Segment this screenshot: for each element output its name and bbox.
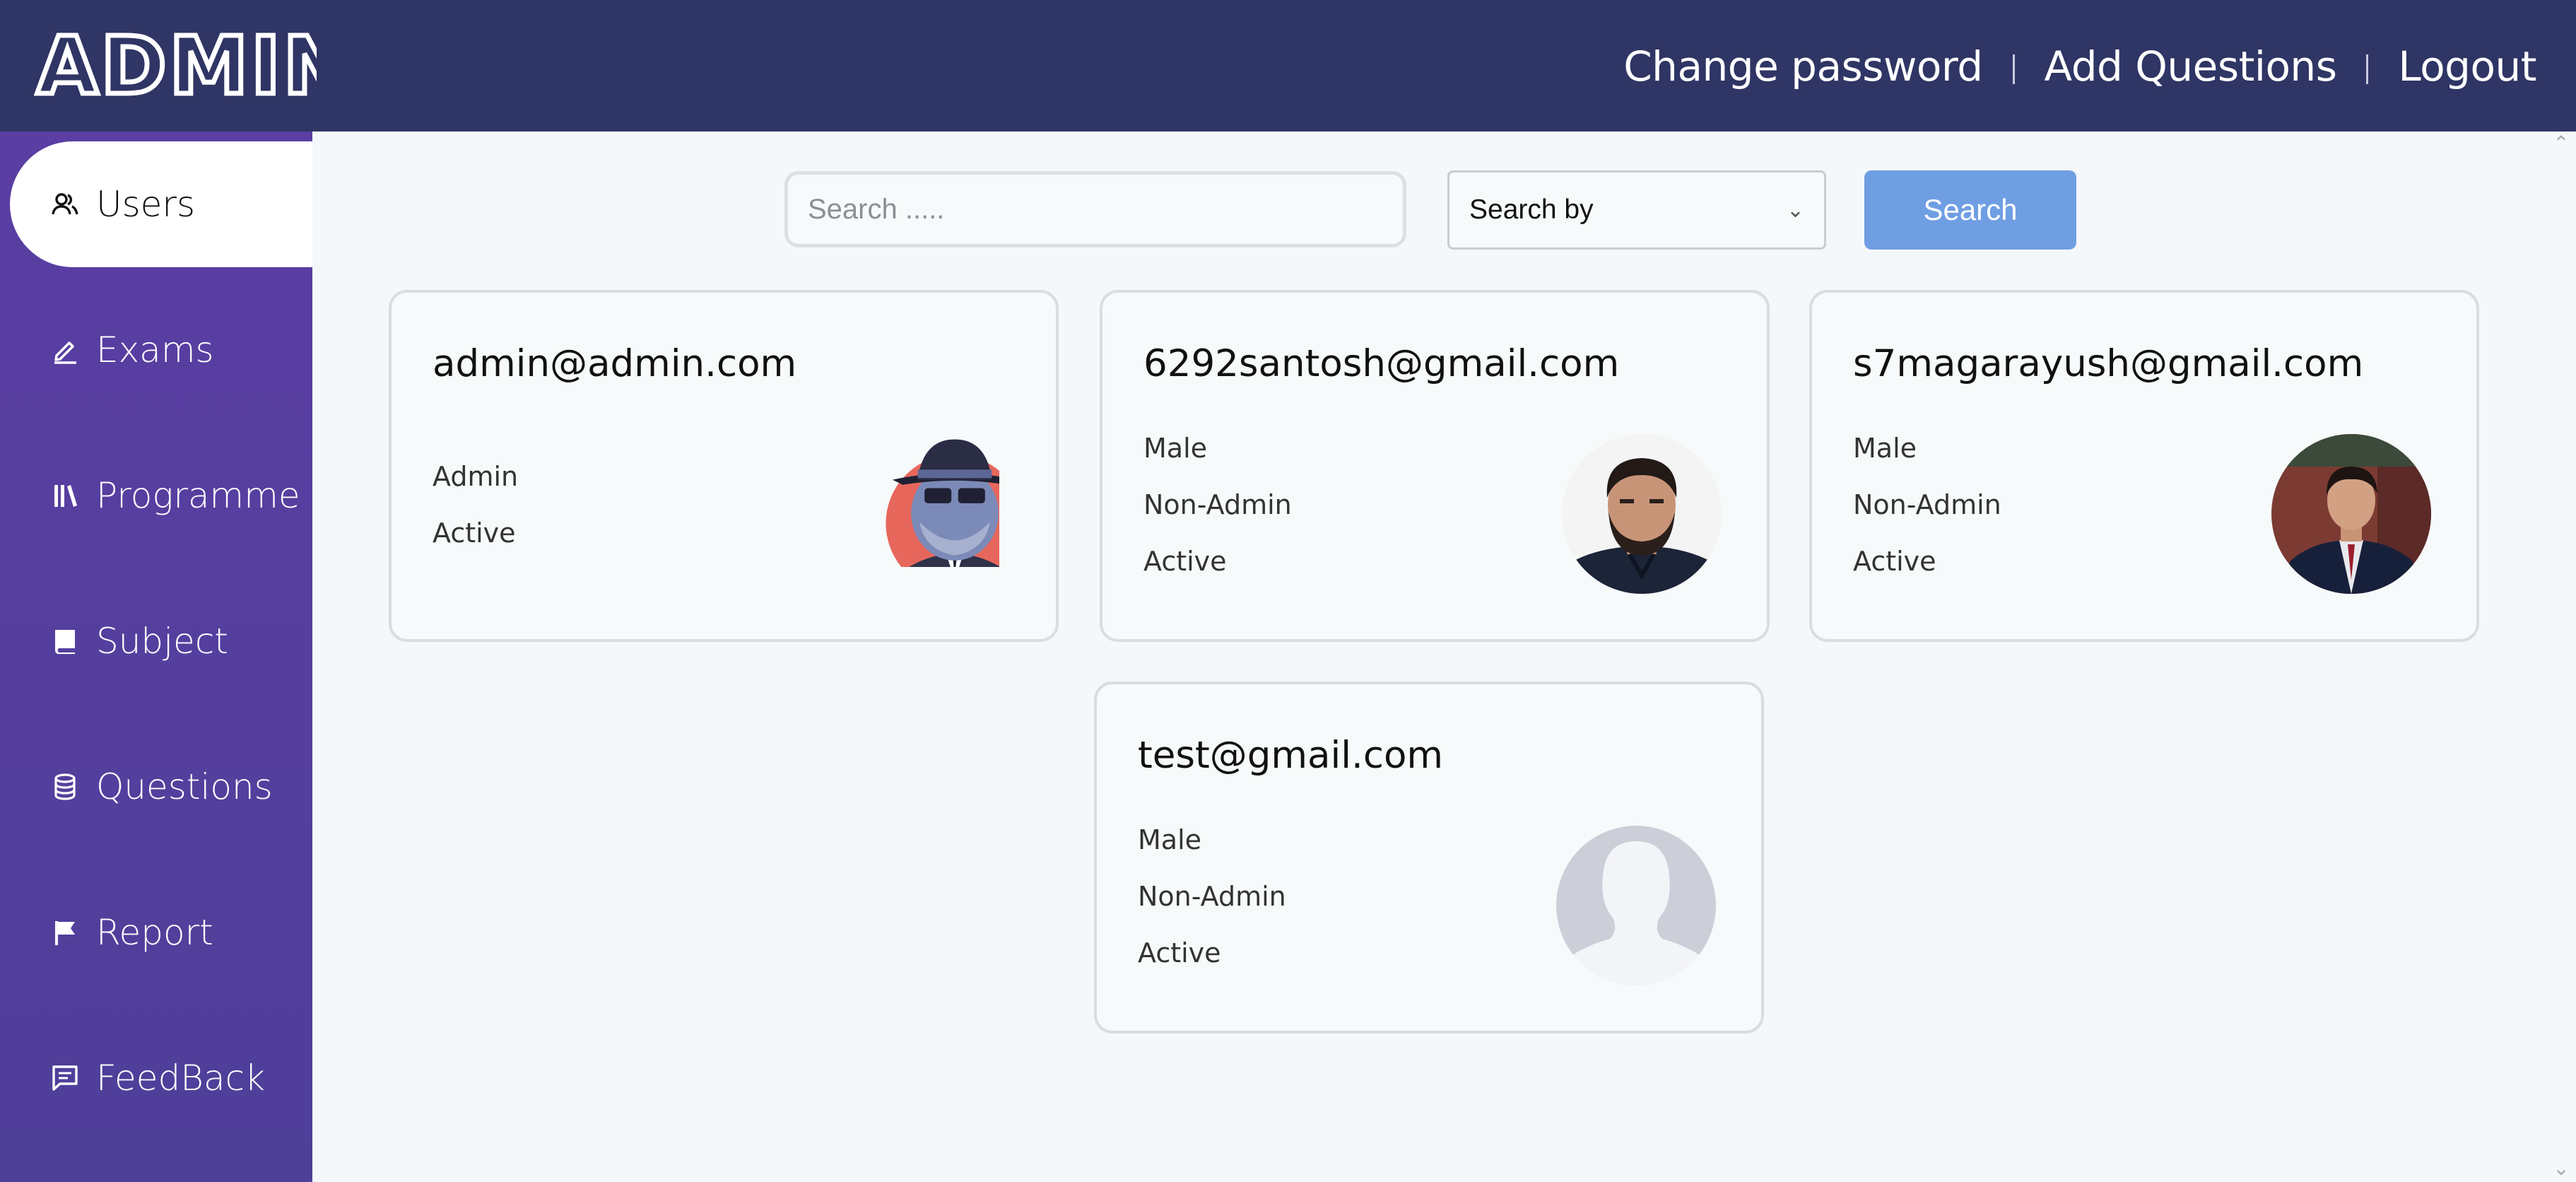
chevron-down-icon: ⌄ — [1786, 198, 1804, 222]
nav-divider — [2366, 54, 2369, 84]
sidebar-item-label: FeedBack — [96, 1058, 266, 1099]
user-status: Active — [1143, 546, 1227, 577]
user-photo-icon — [1562, 434, 1722, 594]
search-input[interactable] — [784, 171, 1406, 247]
sidebar-item-label: Users — [96, 184, 196, 225]
sidebar-item-label: Report — [96, 912, 213, 953]
book-icon — [49, 626, 81, 657]
user-role: Non-Admin — [1853, 489, 2001, 520]
user-email: 6292santosh@gmail.com — [1143, 342, 1620, 385]
scroll-up-arrow[interactable]: ⌃ — [2552, 134, 2570, 153]
user-card[interactable]: 6292santosh@gmail.com Male Non-Admin Act… — [1100, 290, 1770, 642]
change-password-link[interactable]: Change password — [1623, 42, 1983, 90]
spy-avatar-icon — [886, 439, 999, 567]
search-by-value: Search by — [1469, 194, 1594, 225]
sidebar-item-label: Subject — [96, 621, 228, 662]
pencil-icon — [49, 334, 81, 365]
search-button[interactable]: Search — [1864, 170, 2076, 250]
svg-text:ADMIN: ADMIN — [37, 28, 317, 100]
top-nav-links: Change password Add Questions Logout — [1623, 37, 2536, 96]
users-icon — [49, 189, 81, 220]
sidebar: Users Exams Programme Subject Questions … — [0, 131, 312, 1182]
user-role: Non-Admin — [1138, 881, 1286, 912]
sidebar-item-programme[interactable]: Programme — [10, 433, 312, 558]
user-status: Active — [1138, 937, 1221, 969]
nav-divider — [2012, 54, 2015, 84]
sidebar-item-questions[interactable]: Questions — [10, 724, 312, 850]
user-card[interactable]: admin@admin.com Admin Active — [389, 290, 1059, 642]
sidebar-item-report[interactable]: Report — [10, 870, 312, 995]
sidebar-item-label: Programme — [96, 475, 300, 516]
user-card[interactable]: test@gmail.com Male Non-Admin Active — [1094, 681, 1764, 1034]
user-email: test@gmail.com — [1138, 734, 1444, 777]
avatar — [1556, 826, 1716, 985]
scroll-down-arrow[interactable]: ⌄ — [2552, 1159, 2570, 1178]
sidebar-item-label: Questions — [96, 766, 273, 807]
message-icon — [49, 1063, 81, 1094]
flag-icon — [49, 917, 81, 948]
user-role: Non-Admin — [1143, 489, 1292, 520]
sidebar-item-exams[interactable]: Exams — [10, 287, 312, 413]
user-gender: Male — [1143, 433, 1208, 464]
user-card[interactable]: s7magarayush@gmail.com Male Non-Admin Ac… — [1809, 290, 2479, 642]
user-gender: Male — [1853, 433, 1917, 464]
search-by-select[interactable]: Search by ⌄ — [1447, 170, 1826, 250]
add-questions-link[interactable]: Add Questions — [2045, 42, 2337, 90]
user-status: Active — [433, 517, 516, 549]
user-email: admin@admin.com — [433, 342, 797, 385]
admin-logo[interactable]: ADMIN — [34, 28, 317, 100]
avatar — [2271, 434, 2431, 594]
user-photo-icon — [2271, 434, 2431, 594]
top-navbar: ADMIN Change password Add Questions Logo… — [0, 0, 2576, 131]
default-avatar-icon — [1556, 826, 1716, 985]
avatar — [1562, 434, 1722, 594]
database-icon — [49, 771, 81, 802]
library-icon — [49, 480, 81, 511]
user-gender: Male — [1138, 824, 1202, 855]
logout-link[interactable]: Logout — [2398, 42, 2536, 90]
user-role: Admin — [433, 461, 519, 492]
avatar — [875, 433, 999, 567]
user-status: Active — [1853, 546, 1936, 577]
user-email: s7magarayush@gmail.com — [1853, 342, 2364, 385]
sidebar-item-subject[interactable]: Subject — [10, 578, 312, 704]
sidebar-item-label: Exams — [96, 329, 214, 370]
sidebar-item-feedback[interactable]: FeedBack — [10, 1015, 312, 1141]
sidebar-item-users[interactable]: Users — [10, 141, 312, 267]
